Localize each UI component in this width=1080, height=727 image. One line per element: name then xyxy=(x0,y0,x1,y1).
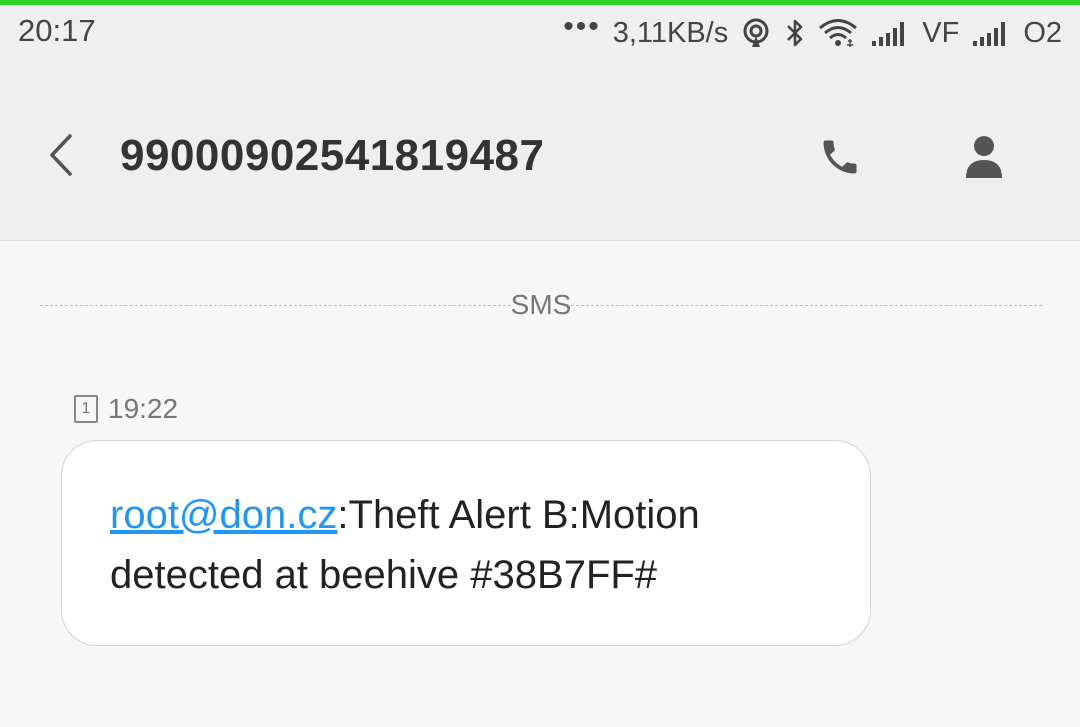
signal-icon xyxy=(971,19,1011,47)
divider-label: SMS xyxy=(510,289,572,320)
chevron-left-icon xyxy=(50,134,72,176)
message-time: 19:22 xyxy=(108,393,179,424)
carrier-2: O2 xyxy=(1023,16,1062,49)
sender-email-link[interactable]: root@don.cz xyxy=(110,493,337,537)
person-icon xyxy=(966,136,1002,178)
status-icons: ••• 3,11KB/s VF O2 xyxy=(563,10,1062,55)
hotspot-icon xyxy=(740,17,772,49)
divider-line xyxy=(571,304,1042,306)
carrier-1: VF xyxy=(922,16,960,49)
more-dots-icon: ••• xyxy=(563,10,601,43)
status-bar: 20:17 ••• 3,11KB/s VF O2 xyxy=(0,5,1080,65)
sms-divider: SMS xyxy=(40,288,1042,322)
back-button[interactable] xyxy=(36,125,86,185)
net-speed: 3,11KB/s xyxy=(612,16,729,49)
sim-card-icon: 1 xyxy=(74,395,98,423)
message-meta: 1 19:22 xyxy=(74,392,178,426)
signal-icon xyxy=(870,19,910,47)
bluetooth-icon xyxy=(784,17,806,49)
call-button[interactable] xyxy=(812,129,868,185)
status-time: 20:17 xyxy=(18,13,96,48)
contact-button[interactable] xyxy=(956,127,1012,187)
conversation-header: 99000902541819487 xyxy=(0,65,1080,241)
divider-line xyxy=(40,304,511,306)
wifi-icon xyxy=(818,17,858,49)
message-bubble[interactable]: root@don.cz:Theft Alert B:Motion detecte… xyxy=(61,440,871,646)
contact-number: 99000902541819487 xyxy=(120,131,545,180)
phone-icon xyxy=(823,140,857,174)
